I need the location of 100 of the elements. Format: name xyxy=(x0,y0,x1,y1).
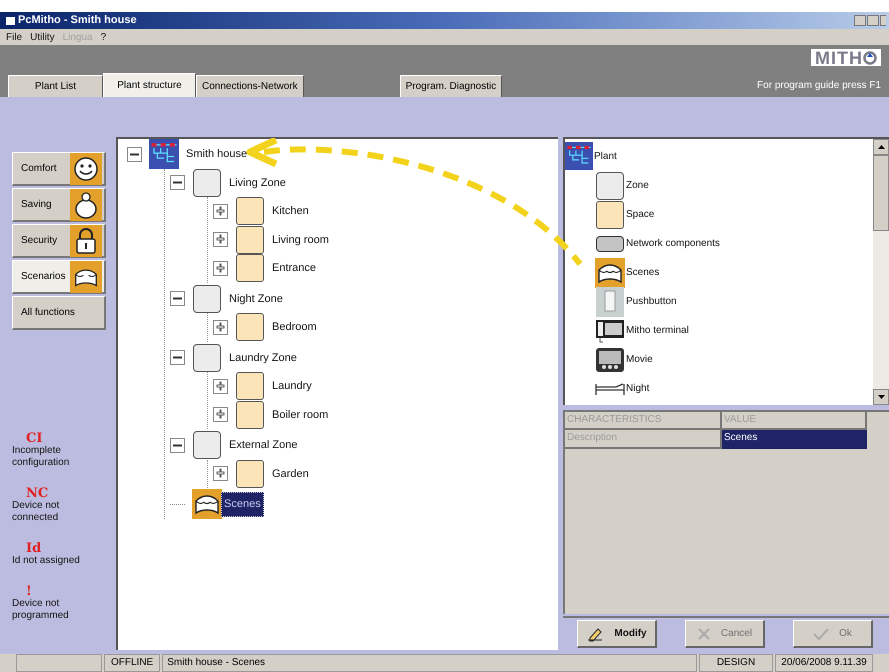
pencil-icon xyxy=(586,626,604,642)
scrollbar[interactable] xyxy=(873,139,889,405)
network-component-icon xyxy=(596,236,624,252)
status-code: ! xyxy=(26,585,32,598)
tree-item[interactable]: Scenes xyxy=(221,492,264,516)
function-button[interactable]: Comfort xyxy=(12,152,106,186)
component-item[interactable]: Mitho terminal xyxy=(626,323,689,338)
collapse-icon[interactable] xyxy=(170,291,184,306)
space-icon xyxy=(236,460,264,488)
menu-item[interactable]: Utility xyxy=(30,30,55,44)
zone-icon xyxy=(193,284,221,313)
piggy-bank-icon xyxy=(74,190,98,218)
expand-icon[interactable] xyxy=(212,320,228,335)
tree-item[interactable]: Garden xyxy=(272,466,309,482)
tree-item[interactable]: Kitchen xyxy=(272,203,309,220)
component-item[interactable]: Night xyxy=(626,381,650,396)
table-cell[interactable]: Scenes xyxy=(722,430,867,449)
tree-item[interactable]: Laundry xyxy=(272,378,312,394)
expand-icon[interactable] xyxy=(212,378,228,394)
legend-text: Incomplete configuration xyxy=(12,445,70,469)
space-icon xyxy=(236,197,264,226)
switch-icon xyxy=(596,286,624,316)
space-icon xyxy=(236,400,264,429)
padlock-icon xyxy=(75,226,97,254)
tree-item[interactable]: Night Zone xyxy=(229,290,283,307)
up-arrow-icon[interactable] xyxy=(878,145,884,149)
tent-icon xyxy=(595,258,625,288)
expand-icon[interactable] xyxy=(212,204,228,219)
component-item[interactable]: Space xyxy=(626,207,654,222)
zone-icon xyxy=(193,168,221,197)
column-header: CHARACTERISTICS xyxy=(565,412,722,430)
status-view: DESIGN xyxy=(699,654,773,672)
space-icon xyxy=(236,254,264,282)
tab[interactable]: Plant structure xyxy=(103,73,196,97)
space-icon xyxy=(596,200,624,228)
collapse-icon[interactable] xyxy=(170,175,184,190)
plant-icon xyxy=(565,142,593,170)
menu-item[interactable]: ? xyxy=(100,30,106,44)
checkmark-icon xyxy=(813,628,830,640)
down-arrow-icon[interactable] xyxy=(878,395,884,399)
tab[interactable]: Connections-Network xyxy=(196,75,304,97)
logo: MITH xyxy=(811,49,881,66)
space-icon xyxy=(236,372,264,400)
status-code: Id xyxy=(26,542,42,555)
tree-item[interactable]: Living room xyxy=(272,232,329,248)
function-button[interactable]: All functions xyxy=(12,296,106,330)
maximize-button[interactable] xyxy=(867,15,879,26)
legend-text: Id not assigned xyxy=(12,555,81,567)
plant-icon xyxy=(149,139,179,170)
tab[interactable]: Plant List xyxy=(8,75,103,97)
close-button[interactable] xyxy=(880,15,886,26)
component-item[interactable]: Zone xyxy=(626,178,649,193)
function-button[interactable]: Scenarios xyxy=(12,260,106,294)
status-mode: OFFLINE xyxy=(104,654,160,672)
tent-icon xyxy=(192,489,222,520)
collapse-icon[interactable] xyxy=(126,146,142,162)
zone-icon xyxy=(193,344,221,372)
tree-item[interactable]: Boiler room xyxy=(272,406,328,423)
app-icon xyxy=(3,16,15,24)
table-cell: Description xyxy=(565,430,722,449)
minimize-button[interactable] xyxy=(854,15,866,26)
zone-icon xyxy=(596,172,624,200)
component-item[interactable]: Network components xyxy=(626,236,720,251)
space-icon xyxy=(236,226,264,254)
zone-icon xyxy=(193,431,221,460)
legend-text: Device not programmed xyxy=(12,598,70,622)
close-icon xyxy=(696,626,711,640)
tree-item[interactable]: External Zone xyxy=(229,437,298,454)
tab[interactable]: Program. Diagnostic xyxy=(400,75,502,97)
tree-item[interactable]: Laundry Zone xyxy=(229,350,297,366)
legend-text: Device not connected xyxy=(12,500,60,524)
help-hint: For program guide press F1 xyxy=(757,79,881,93)
status-datetime: 20/06/2008 9.11.39 xyxy=(775,654,873,672)
tree-item[interactable]: Living Zone xyxy=(229,174,286,191)
status-code: CI xyxy=(26,432,42,445)
function-button[interactable]: Saving xyxy=(12,188,106,222)
modify-button[interactable]: Modify xyxy=(577,620,657,648)
tree-item[interactable]: Entrance xyxy=(272,260,316,276)
status-code: NC xyxy=(26,487,48,500)
collapse-icon[interactable] xyxy=(170,350,184,366)
tree-item[interactable]: Smith house xyxy=(186,146,248,162)
expand-icon[interactable] xyxy=(212,407,228,422)
smiley-icon xyxy=(73,156,99,182)
expand-icon[interactable] xyxy=(212,260,228,276)
bed-icon xyxy=(595,382,625,396)
window-title: PcMitho - Smith house xyxy=(18,13,137,28)
theater-icon xyxy=(595,346,625,372)
component-item[interactable]: Plant xyxy=(594,148,617,164)
expand-icon[interactable] xyxy=(212,466,228,482)
component-item[interactable]: Scenes xyxy=(626,265,660,280)
collapse-icon[interactable] xyxy=(170,438,184,453)
tree-item[interactable]: Bedroom xyxy=(272,319,317,336)
menu-item[interactable]: File xyxy=(6,30,22,44)
logo-icon xyxy=(863,50,877,64)
function-button[interactable]: Security xyxy=(12,224,106,258)
space-icon xyxy=(236,313,264,342)
expand-icon[interactable] xyxy=(212,232,228,248)
status-path: Smith house - Scenes xyxy=(162,654,697,672)
component-item[interactable]: Pushbutton xyxy=(626,294,677,309)
component-item[interactable]: Movie xyxy=(626,352,653,367)
